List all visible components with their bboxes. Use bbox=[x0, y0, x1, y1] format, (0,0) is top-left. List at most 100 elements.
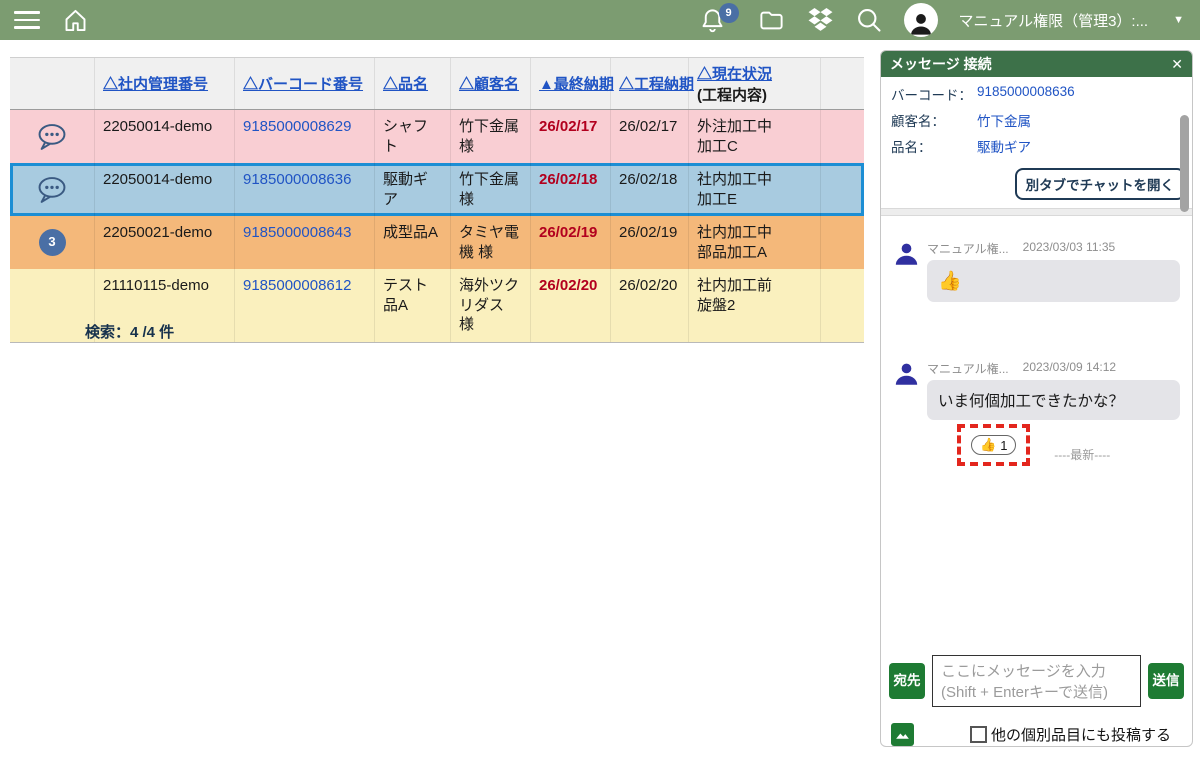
message-list: マニュアル権... 2023/03/03 11:35 👍 マニュアル権... 2… bbox=[881, 216, 1192, 655]
home-icon bbox=[65, 9, 86, 31]
close-button[interactable]: ✕ bbox=[1171, 56, 1183, 73]
row-chat-button[interactable] bbox=[10, 110, 95, 163]
chat-message: マニュアル権... 2023/03/03 11:35 👍 bbox=[893, 240, 1180, 302]
cell-barcode-link[interactable]: 9185000008629 bbox=[243, 118, 351, 135]
thumbs-up-reaction[interactable]: 👍 1 bbox=[971, 435, 1017, 455]
message-panel: メッセージ 接続 ✕ バーコード： 9185000008636 顧客名： 竹下金… bbox=[880, 50, 1193, 747]
notifications-button[interactable]: 9 bbox=[699, 2, 739, 34]
cell-item-name: テスト品A bbox=[375, 269, 451, 342]
person-avatar-icon bbox=[895, 363, 918, 385]
column-header-customer[interactable]: △顧客名 bbox=[459, 73, 519, 94]
panel-divider bbox=[881, 208, 1192, 216]
chat-bubble-icon bbox=[38, 176, 66, 203]
chat-message: マニュアル権... 2023/03/09 14:12 いま何個加工できたかな？ … bbox=[893, 360, 1180, 466]
search-button[interactable] bbox=[855, 6, 883, 34]
message-bubble: いま何個加工できたかな？ bbox=[927, 380, 1180, 420]
message-input[interactable] bbox=[932, 655, 1141, 707]
cell-current-status: 社内加工前 旋盤2 bbox=[689, 269, 821, 342]
table-header-row: △社内管理番号 △バーコード番号 △品名 △顧客名 ▲最終納期 △工程納期 △現… bbox=[10, 58, 864, 110]
cell-item-name: シャフト bbox=[375, 110, 451, 163]
cell-customer: 竹下金属 様 bbox=[451, 163, 531, 216]
message-timestamp: 2023/03/03 11:35 bbox=[1022, 240, 1116, 254]
files-button[interactable] bbox=[757, 7, 786, 34]
cell-process-due: 26/02/18 bbox=[611, 163, 689, 216]
row-message-count-button[interactable]: 3 bbox=[10, 216, 95, 269]
post-to-other-items-option[interactable]: 他の個別品目にも投稿する bbox=[970, 724, 1171, 745]
latest-messages-marker: ----最新---- bbox=[1054, 448, 1111, 462]
reaction-count: 1 bbox=[1000, 437, 1008, 453]
chevron-down-icon[interactable]: ▼ bbox=[1169, 14, 1184, 26]
cell-customer: タミヤ電機 様 bbox=[451, 216, 531, 269]
folder-icon bbox=[759, 11, 783, 29]
message-panel-title: メッセージ 接続 bbox=[890, 56, 992, 72]
message-timestamp: 2023/03/09 14:12 bbox=[1022, 360, 1117, 374]
cell-internal-id: 22050021-demo bbox=[95, 216, 235, 269]
user-menu[interactable] bbox=[903, 3, 938, 37]
column-header-item-name[interactable]: △品名 bbox=[383, 73, 428, 94]
column-header-process-due[interactable]: △工程納期 bbox=[619, 73, 694, 94]
cell-process-due: 26/02/20 bbox=[611, 269, 689, 342]
column-header-icon bbox=[10, 58, 95, 109]
item-name-label: 品名： bbox=[891, 140, 932, 155]
cell-process-due: 26/02/19 bbox=[611, 216, 689, 269]
cell-current-status: 社内加工中 加工E bbox=[689, 163, 821, 216]
post-to-other-items-label: 他の個別品目にも投稿する bbox=[991, 727, 1172, 744]
send-button[interactable]: 送信 bbox=[1148, 663, 1184, 699]
column-header-current-status[interactable]: △現在状況 bbox=[697, 63, 772, 84]
cell-process-due: 26/02/17 bbox=[611, 110, 689, 163]
cell-barcode-link[interactable]: 9185000008643 bbox=[243, 224, 351, 241]
person-avatar-icon bbox=[895, 243, 918, 265]
dropbox-icon bbox=[808, 7, 832, 31]
row-icon-empty bbox=[10, 269, 95, 342]
menu-icon bbox=[14, 11, 40, 29]
column-header-final-due[interactable]: ▲最終納期 bbox=[539, 73, 614, 94]
cell-extra bbox=[821, 163, 864, 216]
cell-customer: 海外ツクリダス 様 bbox=[451, 269, 531, 342]
column-header-current-status-sub: (工程内容) bbox=[697, 86, 767, 104]
post-to-other-items-checkbox[interactable] bbox=[970, 726, 987, 743]
search-result-count: 検索：4 /4 件 bbox=[85, 324, 175, 341]
column-header-barcode[interactable]: △バーコード番号 bbox=[243, 73, 363, 94]
search-icon bbox=[857, 9, 881, 32]
composer-options-row: 他の個別品目にも投稿する bbox=[881, 711, 1192, 746]
panel-scrollbar-thumb[interactable] bbox=[1180, 115, 1189, 212]
work-items-table: △社内管理番号 △バーコード番号 △品名 △顧客名 ▲最終納期 △工程納期 △現… bbox=[10, 57, 864, 343]
cell-barcode-link[interactable]: 9185000008636 bbox=[243, 171, 351, 188]
cell-final-due: 26/02/18 bbox=[531, 163, 611, 216]
cell-final-due: 26/02/19 bbox=[531, 216, 611, 269]
item-info-section: バーコード： 9185000008636 顧客名： 竹下金属 品名： 駆動ギア bbox=[881, 77, 1192, 162]
cell-internal-id: 22050014-demo bbox=[95, 110, 235, 163]
chat-bubble-icon bbox=[38, 123, 66, 150]
cell-barcode-link[interactable]: 9185000008612 bbox=[243, 277, 351, 294]
cell-item-name: 駆動ギア bbox=[375, 163, 451, 216]
menu-button[interactable] bbox=[14, 11, 40, 29]
open-chat-new-tab-button[interactable]: 別タブでチャットを開く bbox=[1014, 168, 1185, 200]
recipient-button[interactable]: 宛先 bbox=[889, 663, 925, 699]
cell-final-due: 26/02/20 bbox=[531, 269, 611, 342]
item-name-value: 駆動ギア bbox=[977, 140, 1031, 155]
row-chat-button[interactable] bbox=[10, 163, 95, 216]
image-icon bbox=[896, 733, 909, 739]
dropbox-button[interactable] bbox=[807, 7, 834, 33]
attach-image-button[interactable] bbox=[891, 723, 914, 746]
cell-current-status: 外注加工中 加工C bbox=[689, 110, 821, 163]
cell-customer: 竹下金属 様 bbox=[451, 110, 531, 163]
avatar-icon bbox=[910, 14, 931, 35]
column-header-internal-id[interactable]: △社内管理番号 bbox=[103, 73, 208, 94]
cell-current-status: 社内加工中 部品加工A bbox=[689, 216, 821, 269]
table-row[interactable]: 3 22050021-demo 9185000008643 成型品A タミヤ電機… bbox=[10, 216, 864, 269]
user-menu-label[interactable]: マニュアル権限（管理3）:... bbox=[959, 10, 1149, 31]
cell-extra bbox=[821, 216, 864, 269]
table-row-selected[interactable]: 22050014-demo 9185000008636 駆動ギア 竹下金属 様 … bbox=[10, 163, 864, 216]
table-row[interactable]: 22050014-demo 9185000008629 シャフト 竹下金属 様 … bbox=[10, 110, 864, 163]
avatar bbox=[903, 3, 938, 37]
notification-badge: 9 bbox=[718, 2, 739, 23]
cell-extra bbox=[821, 110, 864, 163]
message-author: マニュアル権... bbox=[927, 242, 1009, 256]
customer-value: 竹下金属 bbox=[977, 114, 1031, 129]
message-author: マニュアル権... bbox=[927, 362, 1009, 376]
cell-extra bbox=[821, 269, 864, 342]
home-button[interactable] bbox=[62, 7, 89, 34]
cell-internal-id: 22050014-demo bbox=[95, 163, 235, 216]
cell-final-due: 26/02/17 bbox=[531, 110, 611, 163]
